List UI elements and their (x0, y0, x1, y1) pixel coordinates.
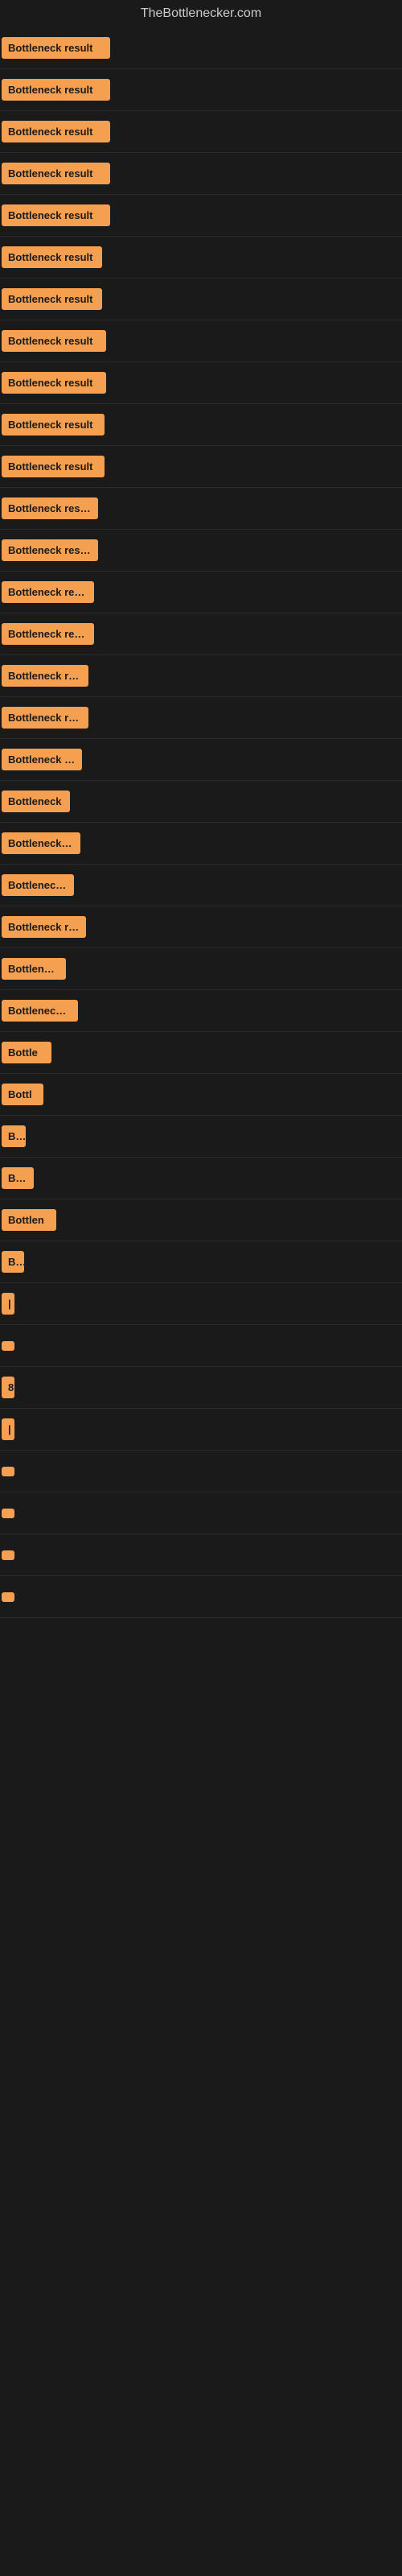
bottleneck-row: Bottleneck result (0, 572, 402, 613)
bottleneck-row: Bottleneck result (0, 404, 402, 446)
bottleneck-row: Bottle (0, 1032, 402, 1074)
bottleneck-row: Bottleneck res (0, 739, 402, 781)
bottleneck-row (0, 1492, 402, 1534)
bottleneck-badge[interactable]: Bottleneck result (2, 623, 94, 645)
bottleneck-badge[interactable]: | (2, 1293, 14, 1315)
bottleneck-row: Bottleneck result (0, 697, 402, 739)
bottleneck-row: Bottleneck re (0, 865, 402, 906)
bottleneck-badge[interactable]: Bottleneck result (2, 497, 98, 519)
bottleneck-badge[interactable]: Bottleneck result (2, 121, 110, 142)
bottleneck-badge[interactable]: Bottleneck res (2, 832, 80, 854)
bottleneck-badge[interactable]: Bottleneck result (2, 414, 105, 436)
bottleneck-row: | (0, 1283, 402, 1325)
bottleneck-badge[interactable]: 8 (2, 1377, 14, 1398)
bottleneck-row: Bottleneck result (0, 362, 402, 404)
bottleneck-row (0, 1576, 402, 1618)
bottleneck-badge[interactable]: Bottleneck res (2, 749, 82, 770)
bottleneck-badge[interactable]: Bottleneck result (2, 246, 102, 268)
bottleneck-badge[interactable]: Bottleneck resu (2, 665, 88, 687)
bottleneck-badge[interactable]: Bottleneck (2, 791, 70, 812)
bottleneck-badge[interactable]: | (2, 1418, 14, 1440)
bottleneck-row: Bottleneck res (0, 990, 402, 1032)
bottleneck-row: Bott (0, 1158, 402, 1199)
bottleneck-row: Bottl (0, 1074, 402, 1116)
bottleneck-badge[interactable]: Bottleneck result (2, 37, 110, 59)
bottleneck-row: Bottleneck resu (0, 655, 402, 697)
bottleneck-row: Bottleneck result (0, 488, 402, 530)
bottleneck-badge[interactable]: Bottleneck result (2, 372, 106, 394)
bottleneck-list: Bottleneck result Bottleneck result Bottle… (0, 27, 402, 1618)
bottleneck-row: Bottleneck result (0, 320, 402, 362)
bottleneck-badge[interactable]: Bottleneck result (2, 539, 98, 561)
bottleneck-badge[interactable]: Bottleneck result (2, 330, 106, 352)
bottleneck-row: Bottleneck result (0, 530, 402, 572)
bottleneck-badge[interactable]: Bottleneck result (2, 163, 110, 184)
bottleneck-badge[interactable] (2, 1592, 14, 1602)
bottleneck-badge[interactable]: Bo (2, 1125, 26, 1147)
bottleneck-row: Bo (0, 1116, 402, 1158)
bottleneck-row (0, 1325, 402, 1367)
bottleneck-row: | (0, 1409, 402, 1451)
bottleneck-row (0, 1451, 402, 1492)
bottleneck-row: Bottleneck result (0, 446, 402, 488)
bottleneck-row (0, 1534, 402, 1576)
bottleneck-row: Bottleneck result (0, 69, 402, 111)
bottleneck-badge[interactable]: Bottleneck result (2, 581, 94, 603)
bottleneck-badge[interactable]: Bottleneck result (2, 79, 110, 101)
bottleneck-badge[interactable]: Bottleneck res (2, 1000, 78, 1022)
bottleneck-row: Bottleneck result (0, 237, 402, 279)
bottleneck-badge[interactable]: Bo (2, 1251, 24, 1273)
bottleneck-row: Bottleneck (0, 948, 402, 990)
bottleneck-badge[interactable]: Bottleneck result (2, 707, 88, 729)
bottleneck-badge[interactable] (2, 1509, 14, 1518)
bottleneck-row: 8 (0, 1367, 402, 1409)
bottleneck-badge[interactable]: Bottl (2, 1084, 43, 1105)
bottleneck-badge[interactable]: Bottleneck result (2, 288, 102, 310)
bottleneck-row: Bottleneck result (0, 27, 402, 69)
bottleneck-row: Bottlen (0, 1199, 402, 1241)
bottleneck-row: Bo (0, 1241, 402, 1283)
site-title: TheBottlenecker.com (0, 0, 402, 27)
bottleneck-badge[interactable]: Bottleneck result (2, 456, 105, 477)
bottleneck-badge[interactable]: Bott (2, 1167, 34, 1189)
bottleneck-row: Bottleneck result (0, 111, 402, 153)
bottleneck-badge[interactable]: Bottle (2, 1042, 51, 1063)
bottleneck-row: Bottleneck result (0, 613, 402, 655)
bottleneck-row: Bottleneck (0, 781, 402, 823)
bottleneck-row: Bottleneck result (0, 153, 402, 195)
bottleneck-badge[interactable] (2, 1341, 14, 1351)
bottleneck-badge[interactable]: Bottleneck result (2, 204, 110, 226)
bottleneck-badge[interactable] (2, 1550, 14, 1560)
bottleneck-row: Bottleneck res (0, 823, 402, 865)
bottleneck-badge[interactable]: Bottleneck resul (2, 916, 86, 938)
bottleneck-badge[interactable] (2, 1467, 14, 1476)
bottleneck-row: Bottleneck result (0, 195, 402, 237)
bottleneck-badge[interactable]: Bottlen (2, 1209, 56, 1231)
bottleneck-row: Bottleneck resul (0, 906, 402, 948)
bottleneck-row: Bottleneck result (0, 279, 402, 320)
bottleneck-badge[interactable]: Bottleneck (2, 958, 66, 980)
bottleneck-badge[interactable]: Bottleneck re (2, 874, 74, 896)
